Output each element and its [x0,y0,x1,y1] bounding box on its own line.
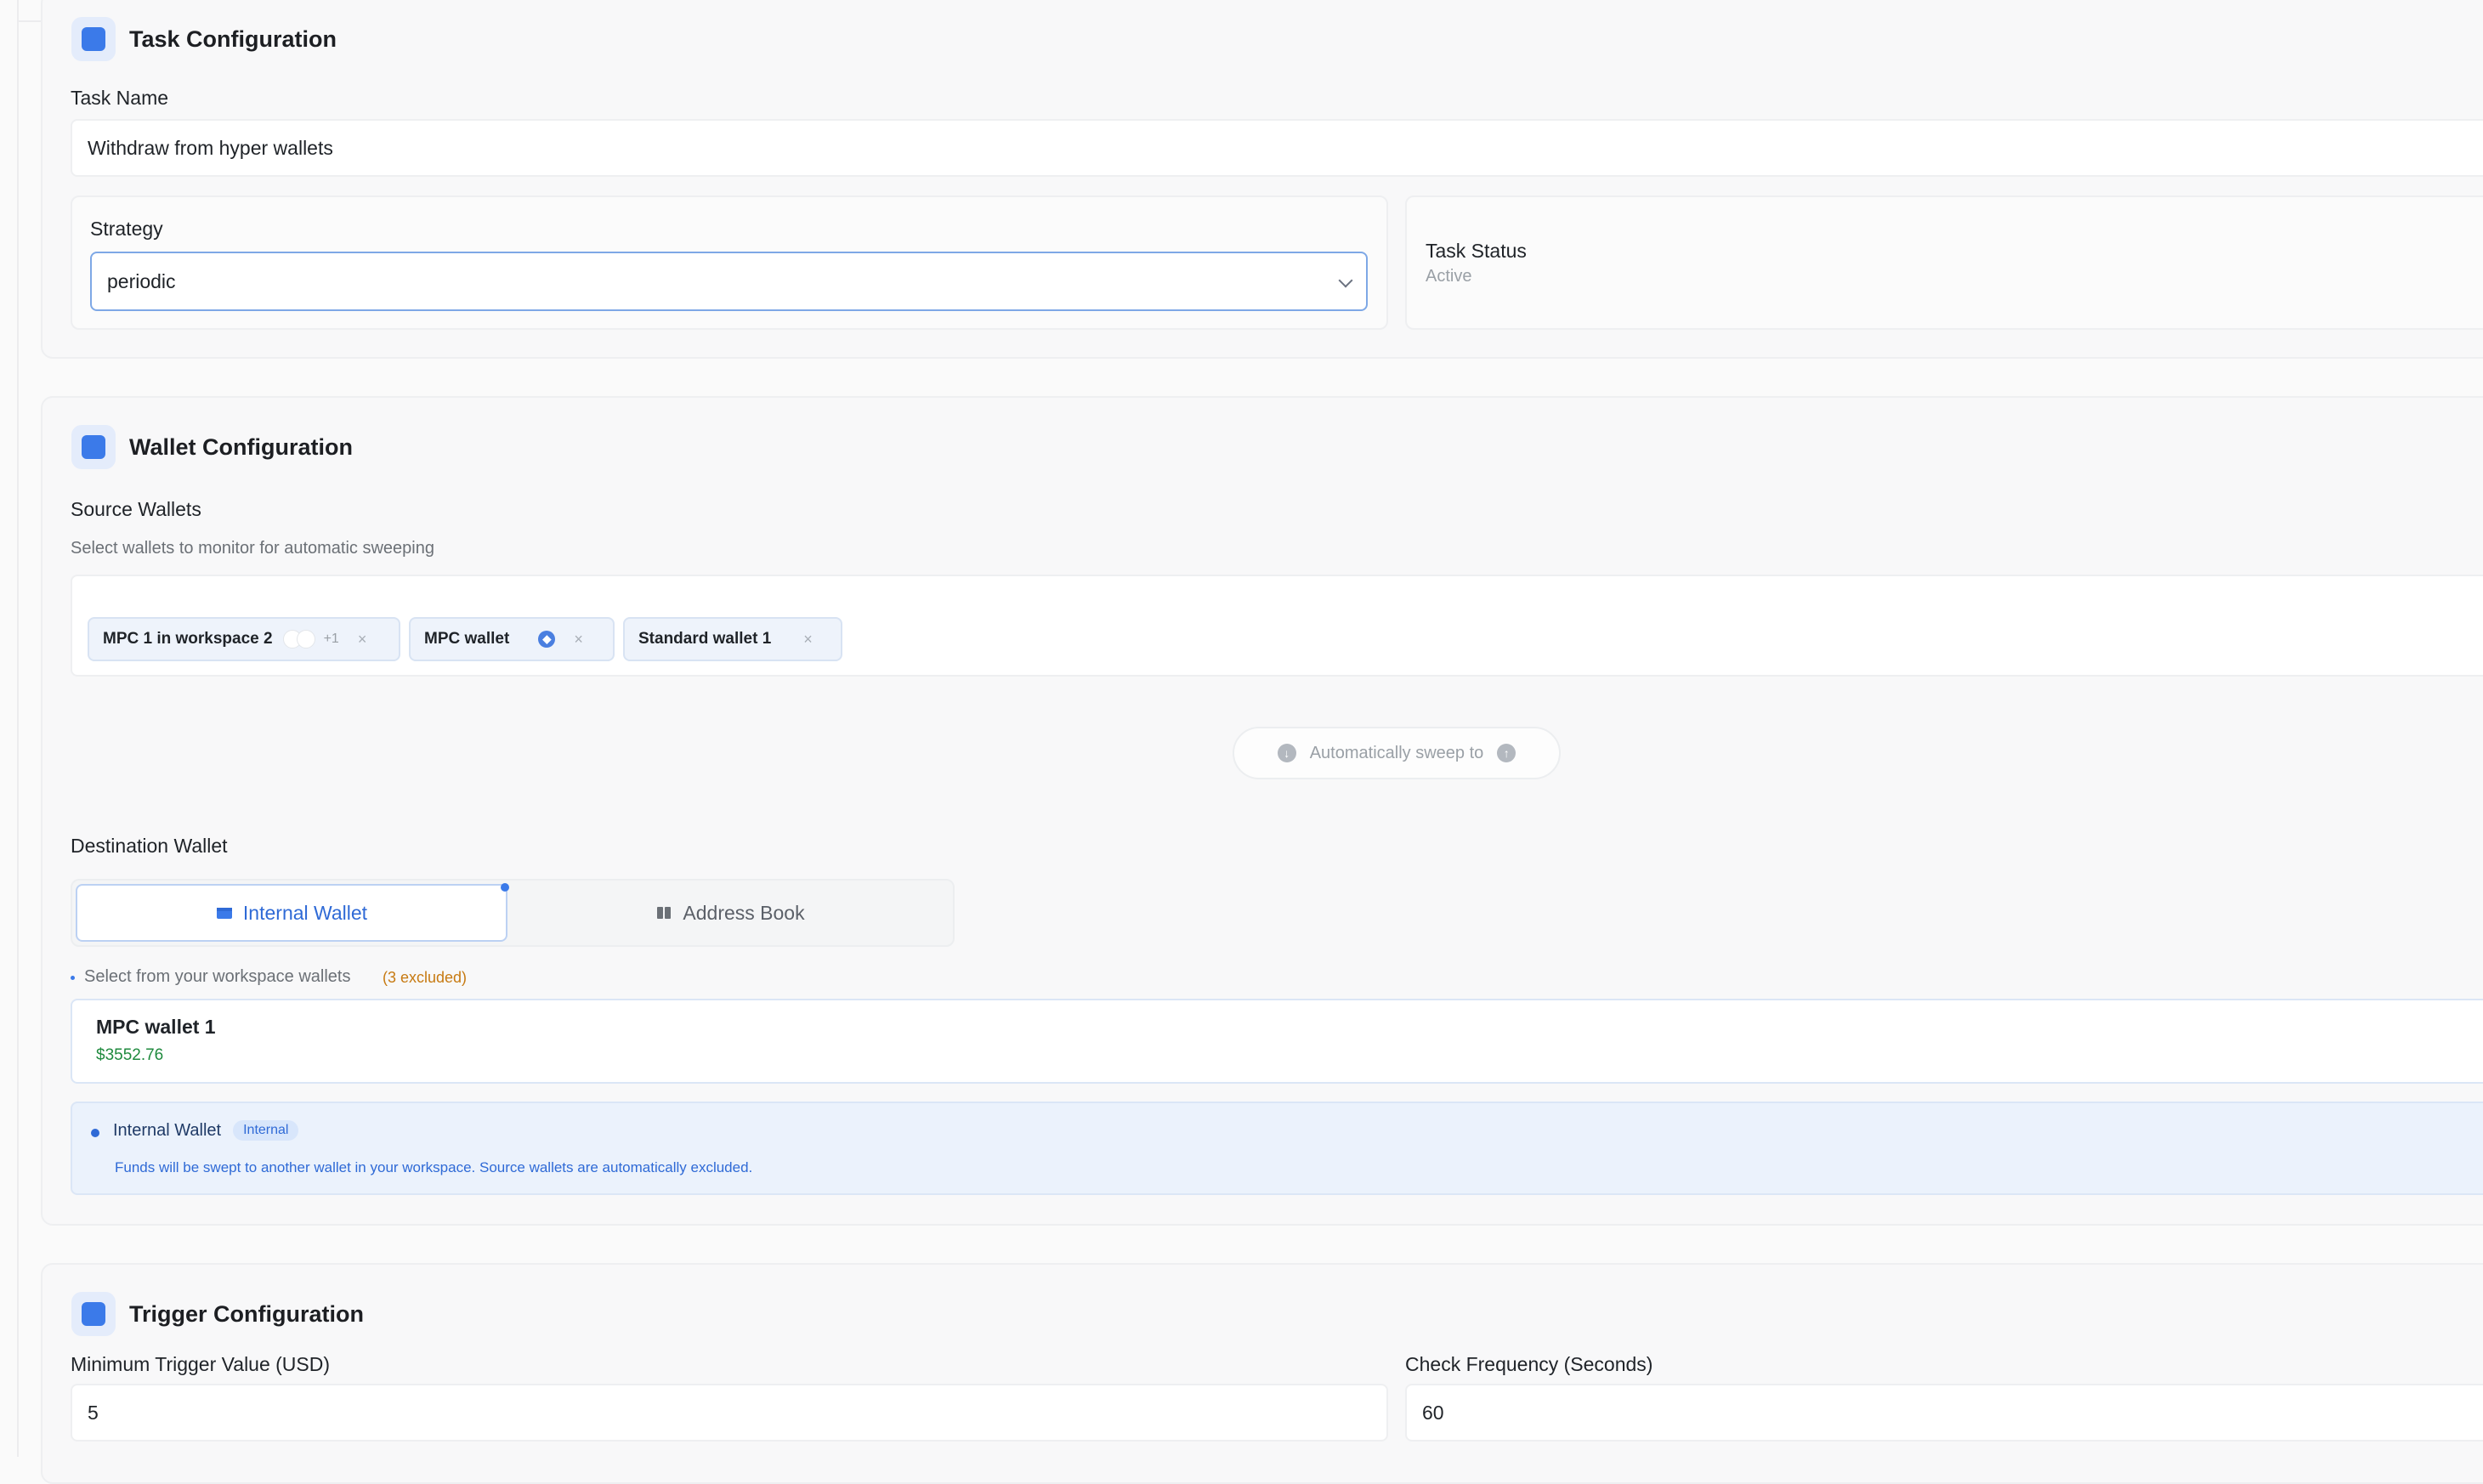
strategy-select[interactable]: periodic [90,252,1368,311]
tab-address-book[interactable]: Address Book [511,884,950,942]
chain-icon [296,630,315,649]
source-wallets-description: Select wallets to monitor for automatic … [71,539,434,558]
strategy-label: Strategy [90,218,163,240]
excluded-note: (3 excluded) [383,969,468,986]
remove-icon[interactable]: × [803,631,813,649]
destination-tabs: Internal Wallet Address Book [71,879,955,947]
min-trigger-label: Minimum Trigger Value (USD) [71,1353,331,1375]
notice-text: Funds will be swept to another wallet in… [115,1159,753,1175]
chevron-down-icon [1338,273,1353,288]
ethereum-icon: ◆ [538,631,556,648]
task-status-label: Task Status [1426,240,1527,262]
task-name-label: Task Name [71,87,169,109]
source-wallet-chip[interactable]: MPC wallet ◆ × [409,617,615,661]
task-config-icon [71,17,116,61]
notice-title: Internal Wallet [113,1120,222,1140]
source-wallet-chip[interactable]: Standard wallet 1 × [623,617,842,661]
task-status-panel [1405,195,2483,330]
task-status-value: Active [1426,267,1472,286]
wallet-configuration-header: Wallet Configuration [71,425,353,469]
internal-badge: Internal [233,1120,299,1141]
remove-icon[interactable]: × [574,631,583,649]
sweep-indicator: ↓ Automatically sweep to ↑ [1233,727,1561,779]
remove-icon[interactable]: × [358,631,367,649]
internal-wallet-notice: Internal Wallet Internal Funds will be s… [71,1102,2483,1195]
tab-label: Address Book [683,901,805,924]
chip-label: MPC 1 in workspace 2 [103,630,273,648]
left-rail [0,0,19,1457]
tab-internal-wallet[interactable]: Internal Wallet [76,884,507,942]
task-name-input[interactable]: Withdraw from hyper wallets [71,119,2483,177]
trigger-config-icon [71,1292,116,1336]
notice-bullet [91,1129,99,1137]
source-wallet-chip[interactable]: MPC 1 in workspace 2 +1 × [88,617,400,661]
arrow-up-icon: ↑ [1497,744,1516,762]
trigger-configuration-card: Trigger Configuration [41,1263,2483,1484]
task-configuration-header: Task Configuration [71,17,337,61]
section-title: Task Configuration [129,25,337,52]
wallet-config-icon [71,425,116,469]
selected-wallet-balance: $3552.76 [96,1046,164,1064]
section-title: Wallet Configuration [129,433,353,460]
sweep-label: Automatically sweep to [1309,743,1484,762]
section-title: Trigger Configuration [129,1300,364,1327]
chip-label: Standard wallet 1 [638,630,772,648]
active-tab-indicator [501,883,509,892]
notice-header: Internal Wallet Internal [113,1120,299,1141]
source-wallets-label: Source Wallets [71,498,201,520]
check-frequency-label: Check Frequency (Seconds) [1405,1353,1653,1375]
hint-bullet [71,976,75,980]
book-icon [657,907,672,919]
wallet-icon [216,908,232,919]
chip-label: MPC wallet [424,630,510,648]
source-wallets-field[interactable]: MPC 1 in workspace 2 +1 × MPC wallet ◆ ×… [71,575,2483,677]
check-frequency-input[interactable]: 60 [1405,1384,2483,1442]
trigger-configuration-header: Trigger Configuration [71,1292,364,1336]
selected-wallet-name: MPC wallet 1 [96,1016,216,1038]
arrow-down-icon: ↓ [1277,744,1296,762]
min-trigger-input[interactable]: 5 [71,1384,1388,1442]
tab-label: Internal Wallet [242,901,368,924]
strategy-value: periodic [107,269,176,292]
destination-wallet-label: Destination Wallet [71,835,228,857]
selected-wallet-card[interactable]: MPC wallet 1 $3552.76 [71,999,2483,1084]
select-hint: Select from your workspace wallets [84,967,351,986]
extra-count: +1 [323,632,339,646]
